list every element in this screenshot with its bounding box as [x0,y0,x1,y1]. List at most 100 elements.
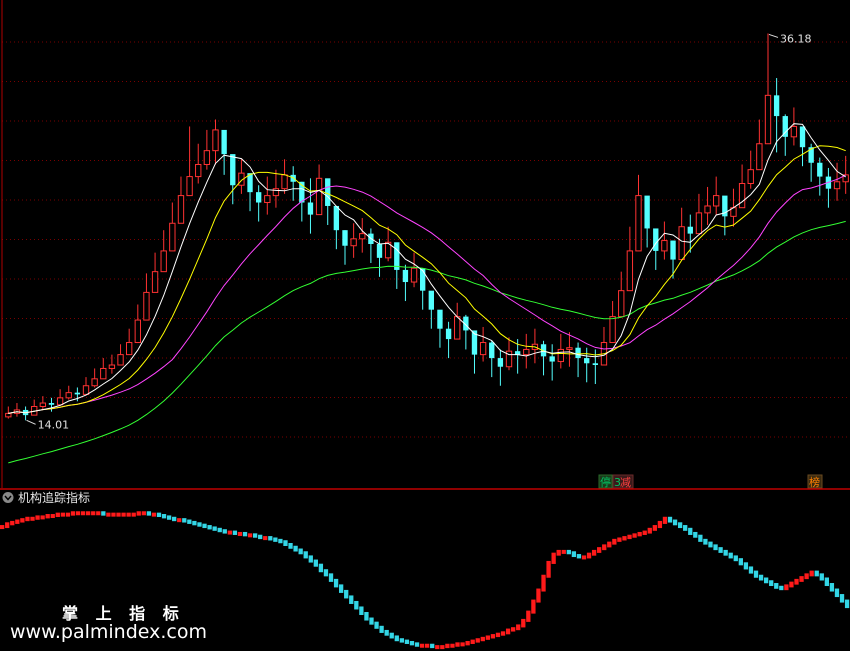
indicator-bar [263,536,268,541]
indicator-bar [733,555,738,562]
badge-reduce[interactable]: 减 [620,476,631,489]
candle-down [333,205,340,231]
candle-up [56,397,64,406]
ma5-line [8,123,846,414]
indicator-bar [318,563,324,573]
candle-up [82,385,90,395]
indicator-bar [511,627,516,632]
indicator-bar [718,547,723,553]
indicator-bar [541,574,546,592]
candle-up [738,183,746,209]
indicator-bar [45,514,50,519]
candle-up [264,195,271,204]
indicator-bar [445,643,450,649]
candle-down [653,228,659,251]
indicator-bar [151,512,157,517]
indicator-bar [546,560,551,578]
indicator-bar [824,577,829,587]
indicator-bar [693,531,698,538]
indicator-bar [804,573,809,580]
indicator-bar [404,639,410,644]
indicator-bar [713,544,718,551]
indicator-bar [753,570,759,578]
signal-badges[interactable]: 停 3 减 榜 [598,474,823,489]
indicator-bar [758,574,764,581]
indicator-bar [187,519,192,524]
candle-up [186,176,193,197]
indicator-bar [273,537,278,542]
indicator-bar [642,530,647,535]
indicator-bar [131,512,136,517]
indicator-bar [814,570,819,577]
indicator-bar [769,580,774,587]
indicator-bar [288,543,293,549]
indicator-bar [597,547,602,553]
indicator-bar [637,531,642,537]
indicator-bar [75,511,81,516]
indicator-bar [799,576,804,582]
watermark-url: www.palmindex.com [10,621,207,643]
indicator-bar [227,530,232,535]
candle-down [445,328,452,340]
indicator-bar [161,514,167,519]
candle-up [454,316,461,340]
ma20-line [8,174,846,414]
indicator-bar [379,625,384,633]
indicator-bar [789,581,794,588]
high-leader-line [768,33,779,38]
indicator-bar [602,544,607,551]
candle-down [342,230,348,246]
badge-stop[interactable]: 停 [600,475,611,489]
indicator-bar [450,643,455,648]
candle-down [48,403,55,405]
indicator-bar [359,606,364,615]
indicator-bar [70,511,76,516]
indicator-bar [80,511,86,516]
indicator-bar [723,549,728,556]
indicator-bar [561,549,566,554]
dropdown-circle-icon[interactable] [2,492,14,503]
candle-up [626,250,634,292]
stock-chart: 36.18 14.01 停 3 减 榜 机构追踪指标 掌 上 指 标 www.p… [0,0,850,650]
candle-up [177,195,185,224]
candle-up [479,342,487,356]
candle-down [549,356,555,362]
high-price-label: 36.18 [780,32,812,45]
candle-up [5,412,12,418]
indicator-bar [612,538,617,545]
indicator-bar [748,566,754,574]
candle-up [410,267,418,283]
indicator-bar [485,635,491,640]
candle-down [437,309,443,329]
candle-up [91,378,98,387]
candle-down [575,347,581,359]
candle-up [151,271,159,293]
badge-rank[interactable]: 榜 [809,475,820,489]
indicator-bar [738,558,743,566]
indicator-bar [627,534,632,540]
indicator-bar [354,600,359,610]
indicator-bar [505,628,511,635]
indicator-bar [293,545,298,552]
price-panel[interactable]: 36.18 14.01 停 3 减 榜 [1,0,850,489]
indicator-bar [516,624,521,631]
indicator-bar [106,512,111,517]
indicator-bar [809,570,814,577]
indicator-bar [111,512,116,517]
candle-down [497,358,504,367]
indicator-bar [389,632,394,639]
watermark: 掌 上 指 标 www.palmindex.com [10,604,207,643]
price-grid [2,41,850,438]
indicator-bar [65,512,71,517]
candle-down [402,269,409,283]
candle-down [644,195,650,229]
indicator-bar [475,638,480,643]
indicator-bar [399,638,404,643]
indicator-header[interactable]: 机构追踪指标 [2,490,91,505]
indicator-bar [35,515,40,520]
indicator-bar [212,526,217,531]
indicator-bar [344,589,349,599]
indicator-bar [647,527,652,534]
indicator-bar [632,533,637,538]
indicator-bar [55,512,60,518]
